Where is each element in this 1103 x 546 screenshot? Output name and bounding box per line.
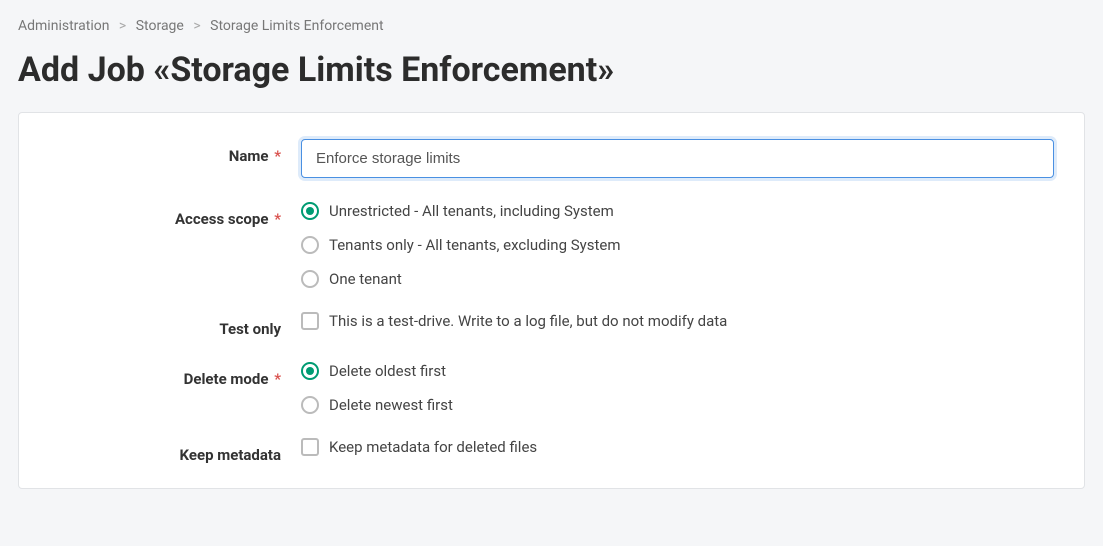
checkbox-label: This is a test-drive. Write to a log fil… (329, 312, 727, 330)
required-marker: * (274, 370, 281, 388)
form-panel: Name * Access scope * Unrestricted - All… (18, 112, 1085, 489)
radio-option-delete-oldest[interactable]: Delete oldest first (301, 362, 1054, 380)
form-row-test-only: Test only This is a test-drive. Write to… (49, 312, 1054, 338)
radio-option-one-tenant[interactable]: One tenant (301, 270, 1054, 288)
radio-icon (301, 396, 319, 414)
checkbox-option-keep-metadata[interactable]: Keep metadata for deleted files (301, 438, 1054, 456)
chevron-right-icon: > (119, 18, 126, 34)
radio-option-delete-newest[interactable]: Delete newest first (301, 396, 1054, 414)
radio-icon (301, 202, 319, 220)
control-delete-mode: Delete oldest first Delete newest first (301, 362, 1054, 414)
checkbox-icon (301, 438, 319, 456)
checkbox-option-test-only[interactable]: This is a test-drive. Write to a log fil… (301, 312, 1054, 330)
control-keep-metadata: Keep metadata for deleted files (301, 438, 1054, 456)
radio-label: Unrestricted - All tenants, including Sy… (329, 202, 614, 220)
radio-label: One tenant (329, 270, 402, 288)
form-row-access-scope: Access scope * Unrestricted - All tenant… (49, 202, 1054, 288)
radio-label: Tenants only - All tenants, excluding Sy… (329, 236, 620, 254)
label-access-scope: Access scope * (49, 202, 301, 228)
radio-label: Delete oldest first (329, 362, 446, 380)
checkbox-icon (301, 312, 319, 330)
form-row-keep-metadata: Keep metadata Keep metadata for deleted … (49, 438, 1054, 464)
name-input[interactable] (301, 139, 1054, 178)
label-test-only: Test only (49, 312, 301, 338)
label-access-scope-text: Access scope (175, 210, 268, 228)
page-title: Add Job «Storage Limits Enforcement» (0, 44, 1103, 112)
radio-option-tenants-only[interactable]: Tenants only - All tenants, excluding Sy… (301, 236, 1054, 254)
breadcrumb-current: Storage Limits Enforcement (210, 18, 383, 34)
radio-icon (301, 270, 319, 288)
radio-label: Delete newest first (329, 396, 453, 414)
label-name: Name * (49, 139, 301, 165)
radio-icon (301, 236, 319, 254)
breadcrumb-link-storage[interactable]: Storage (136, 18, 184, 34)
form-row-delete-mode: Delete mode * Delete oldest first Delete… (49, 362, 1054, 414)
chevron-right-icon: > (193, 18, 200, 34)
checkbox-label: Keep metadata for deleted files (329, 438, 537, 456)
control-test-only: This is a test-drive. Write to a log fil… (301, 312, 1054, 330)
required-marker: * (274, 210, 281, 228)
label-keep-metadata-text: Keep metadata (180, 446, 281, 464)
label-delete-mode: Delete mode * (49, 362, 301, 388)
radio-option-unrestricted[interactable]: Unrestricted - All tenants, including Sy… (301, 202, 1054, 220)
control-name (301, 139, 1054, 178)
label-delete-mode-text: Delete mode (184, 370, 269, 388)
label-keep-metadata: Keep metadata (49, 438, 301, 464)
breadcrumb: Administration > Storage > Storage Limit… (0, 0, 1103, 44)
breadcrumb-link-administration[interactable]: Administration (18, 18, 109, 34)
label-name-text: Name (229, 147, 269, 165)
label-test-only-text: Test only (219, 320, 281, 338)
control-access-scope: Unrestricted - All tenants, including Sy… (301, 202, 1054, 288)
form-row-name: Name * (49, 139, 1054, 178)
radio-icon (301, 362, 319, 380)
required-marker: * (274, 147, 281, 165)
